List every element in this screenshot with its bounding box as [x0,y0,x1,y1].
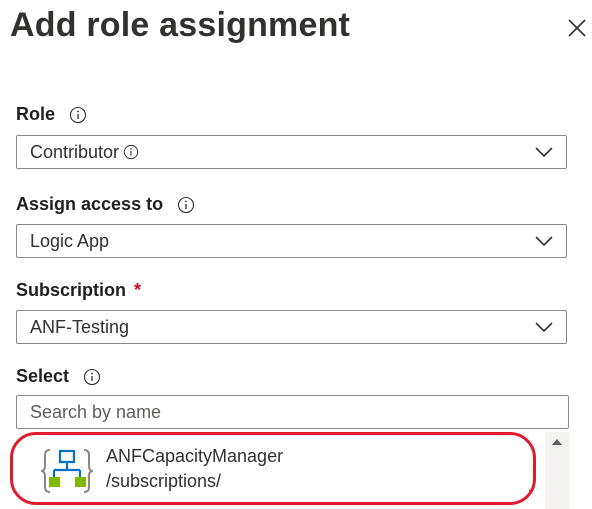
chevron-down-icon [535,236,553,247]
assign-access-label-text: Assign access to [16,194,164,214]
assign-access-label: Assign access to [16,194,195,215]
info-icon[interactable] [83,368,101,386]
info-icon[interactable] [123,144,139,160]
search-input[interactable] [16,395,569,429]
assign-access-dropdown[interactable]: Logic App [16,224,567,258]
subscription-label-text: Subscription [16,280,127,300]
scroll-up-arrow-icon[interactable] [551,438,563,446]
role-value: Contributor [30,141,120,162]
close-icon[interactable] [563,14,591,42]
select-label: Select [16,366,101,387]
chevron-down-icon [535,322,553,333]
subscription-value: ANF-Testing [30,316,130,337]
highlight-annotation [10,432,536,505]
info-icon[interactable] [69,106,87,124]
panel-title: Add role assignment [10,6,351,44]
subscription-dropdown[interactable]: ANF-Testing [16,310,567,344]
scrollbar[interactable] [545,432,569,509]
info-icon[interactable] [177,196,195,214]
chevron-down-icon [535,147,553,158]
select-label-text: Select [16,366,70,386]
role-dropdown[interactable]: Contributor [16,135,567,169]
subscription-label: Subscription * [16,280,141,301]
role-label: Role [16,104,87,125]
assign-access-value: Logic App [30,230,110,251]
role-label-text: Role [16,104,56,124]
required-marker: * [134,280,142,300]
